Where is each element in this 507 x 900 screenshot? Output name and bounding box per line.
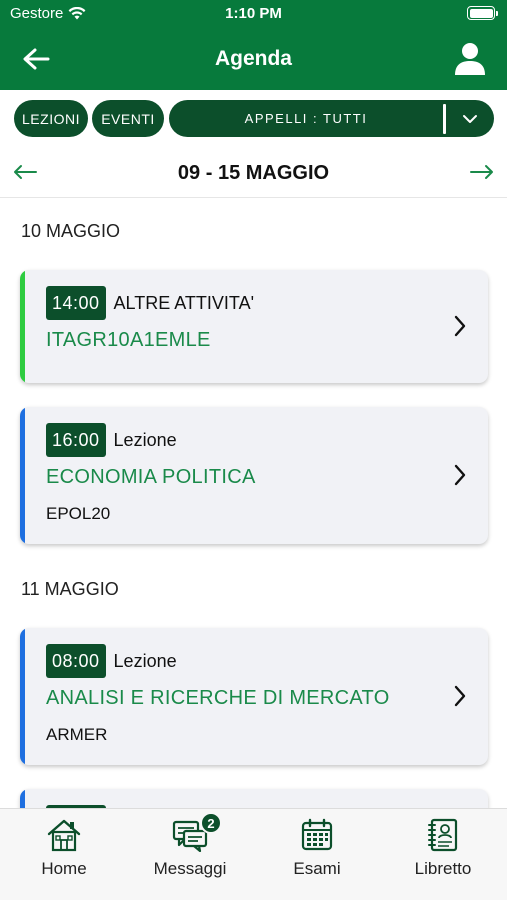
item-header: 16:00 Lezione	[46, 423, 177, 457]
item-code: ARMER	[46, 725, 108, 744]
item-header: 08:00 Lezione	[46, 644, 177, 678]
item-type: ALTRE ATTIVITA'	[113, 292, 255, 313]
booklet-icon	[423, 815, 463, 855]
page-title: Agenda	[214, 47, 292, 70]
accent-bar	[20, 407, 25, 544]
tab-messaggi[interactable]: 2 Messaggi	[135, 812, 245, 885]
item-time: 14:00	[46, 286, 106, 320]
messages-icon: 2	[170, 812, 222, 855]
profile-button[interactable]	[451, 40, 489, 78]
chevron-down-icon	[446, 114, 494, 124]
battery-icon	[467, 6, 498, 20]
unread-badge: 2	[200, 812, 222, 834]
tab-esami[interactable]: Esami	[262, 815, 372, 885]
chevron-right-icon	[454, 464, 466, 486]
accent-bar	[20, 270, 25, 383]
chevron-right-icon	[454, 315, 466, 337]
day-header: 11 MAGGIO	[21, 579, 119, 599]
user-icon	[455, 43, 485, 75]
agenda-item[interactable]: 16:00 Lezione ECONOMIA POLITICA EPOL20	[20, 407, 488, 544]
home-icon	[44, 815, 84, 855]
agenda-item[interactable]: 14:00 ALTRE ATTIVITA' ITAGR10A1EMLE	[20, 270, 488, 383]
navigation-bar: Agenda	[0, 28, 507, 90]
agenda-list[interactable]: 10 MAGGIO 14:00 ALTRE ATTIVITA' ITAGR10A…	[0, 199, 507, 808]
arrow-right-icon	[470, 165, 493, 179]
tab-bar: Home 2 Messaggi Esami Libretto	[0, 808, 507, 900]
appelli-label: APPELLI : TUTTI	[244, 111, 368, 126]
filter-bar: LEZIONI EVENTI APPELLI : TUTTI	[0, 90, 507, 146]
item-course: ITAGR10A1EMLE	[46, 329, 211, 351]
item-type: Lezione	[113, 650, 177, 671]
status-time: 1:10 PM	[225, 5, 282, 22]
item-time: 16:00	[46, 423, 106, 457]
day-header: 10 MAGGIO	[21, 221, 121, 241]
week-range: 09 - 15 MAGGIO	[177, 162, 330, 184]
item-course: ECONOMIA POLITICA	[46, 466, 256, 488]
item-code: EPOL20	[46, 504, 111, 523]
tab-libretto[interactable]: Libretto	[388, 815, 498, 885]
calendar-icon	[297, 815, 337, 855]
chevron-right-icon	[454, 685, 466, 707]
item-course: ANALISI E RICERCHE DI MERCATO	[46, 687, 390, 709]
agenda-item[interactable]: 08:00 Lezione ANALISI E RICERCHE DI MERC…	[20, 628, 488, 765]
tab-home[interactable]: Home	[9, 815, 119, 885]
status-bar: Gestore 1:10 PM	[0, 0, 507, 28]
tab-label: Messaggi	[153, 859, 227, 878]
item-time: 08:00	[46, 644, 106, 678]
item-header: 14:00 ALTRE ATTIVITA'	[46, 286, 254, 320]
accent-bar	[20, 628, 25, 765]
filter-eventi-button[interactable]: EVENTI	[92, 100, 164, 137]
next-week-button[interactable]	[467, 160, 497, 184]
filter-appelli-dropdown[interactable]: APPELLI : TUTTI	[169, 100, 494, 137]
item-type: Lezione	[113, 429, 177, 450]
accent-bar	[20, 789, 25, 808]
agenda-item-partial[interactable]	[20, 789, 488, 808]
tab-label: Esami	[293, 859, 341, 878]
tab-label: Home	[41, 859, 87, 878]
filter-lezioni-button[interactable]: LEZIONI	[14, 100, 88, 137]
week-navigator: 09 - 15 MAGGIO	[0, 146, 507, 198]
tab-label: Libretto	[414, 859, 472, 878]
